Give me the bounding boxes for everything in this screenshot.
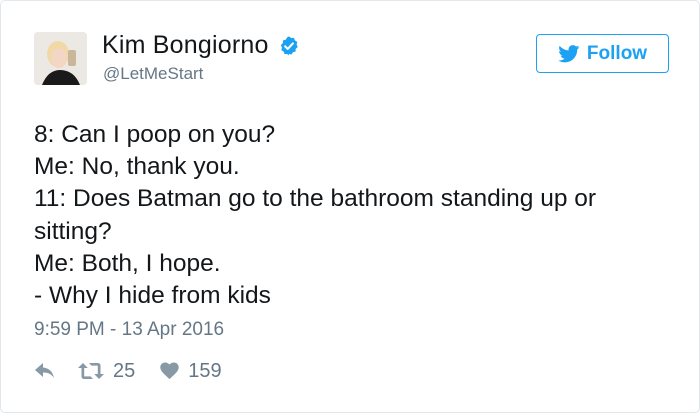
retweet-icon: [78, 363, 104, 379]
user-name[interactable]: Kim Bongiorno: [102, 31, 269, 60]
tweet-line: - Why I hide from kids: [34, 282, 271, 310]
retweet-count: 25: [113, 359, 136, 382]
tweet-card: Kim Bongiorno @LetMeStart Follow 8: Can …: [0, 0, 700, 413]
tweet-actions: 25 159: [34, 357, 222, 385]
user-name-row: Kim Bongiorno: [102, 31, 300, 60]
tweet-line: 8: Can I poop on you?: [34, 121, 276, 148]
tweet-text: 8: Can I poop on you? Me: No, thank you.…: [34, 119, 674, 312]
verified-badge-icon: [280, 35, 298, 56]
avatar[interactable]: [34, 32, 87, 85]
reply-button[interactable]: [34, 362, 56, 380]
tweet-line: 11: Does Batman go to the bathroom stand…: [34, 185, 597, 213]
user-handle[interactable]: @LetMeStart: [103, 64, 203, 84]
follow-button[interactable]: Follow: [536, 34, 669, 73]
tweet-line: sitting?: [34, 217, 112, 245]
reply-icon: [35, 363, 54, 378]
follow-button-label: Follow: [586, 42, 648, 64]
retweet-button[interactable]: 25: [78, 360, 135, 383]
like-button[interactable]: 159: [160, 359, 222, 383]
heart-icon: [160, 362, 179, 380]
twitter-bird-icon: [558, 44, 580, 62]
tweet-timestamp[interactable]: 9:59 PM - 13 Apr 2016: [34, 319, 224, 341]
tweet-line: Me: Both, I hope.: [34, 249, 221, 277]
like-count: 159: [188, 359, 222, 382]
tweet-line: Me: No, thank you.: [34, 153, 240, 181]
